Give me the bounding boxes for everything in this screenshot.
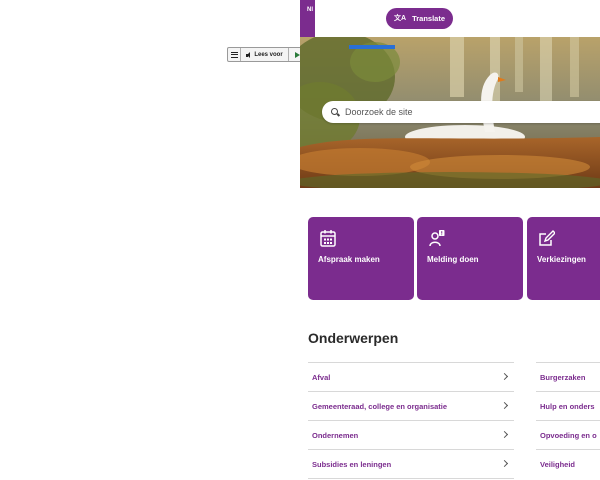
topic-label: Hulp en onders	[540, 401, 595, 411]
translate-button[interactable]: 文A Translate	[386, 8, 453, 29]
tile-afspraak-maken[interactable]: Afspraak maken	[308, 217, 414, 300]
topic-label: Subsidies en leningen	[312, 459, 392, 469]
tile-label: Melding doen	[427, 255, 479, 264]
read-aloud-label: Lees voor	[254, 51, 283, 58]
translate-label: Translate	[412, 14, 445, 23]
search-icon	[331, 107, 340, 117]
topic-link[interactable]: Veiligheid	[536, 449, 600, 478]
search-input[interactable]	[345, 107, 545, 117]
topic-label: Opvoeding en o	[540, 430, 597, 440]
tile-label: Verkiezingen	[537, 255, 586, 264]
translate-icon: 文A	[394, 15, 407, 22]
divider	[308, 478, 514, 479]
report-person-icon	[429, 230, 445, 247]
calendar-icon	[320, 230, 336, 247]
page: Lees voor Nl 文A Translate Doorzoek de si…	[0, 0, 600, 480]
tile-verkiezingen[interactable]: Verkiezingen	[527, 217, 600, 300]
reader-menu-button[interactable]	[228, 48, 241, 61]
top-bar: Nl 文A Translate	[300, 0, 600, 37]
topic-link[interactable]: Burgerzaken	[536, 362, 600, 391]
language-tab[interactable]: Nl	[300, 0, 315, 37]
topic-link[interactable]: Opvoeding en o	[536, 420, 600, 449]
read-aloud-button[interactable]: Lees voor	[241, 48, 289, 61]
topic-link[interactable]: Afval	[308, 362, 514, 391]
topic-label: Veiligheid	[540, 459, 576, 469]
topic-link[interactable]: Ondernemen	[308, 420, 514, 449]
chevron-right-icon	[500, 430, 509, 439]
chevron-right-icon	[500, 372, 509, 381]
topic-label: Gemeenteraad, college en organisatie	[312, 401, 448, 411]
ballot-pen-icon	[539, 230, 555, 246]
tile-label: Afspraak maken	[318, 255, 380, 264]
site-search[interactable]	[322, 101, 600, 123]
topic-label: Afval	[312, 372, 331, 382]
chevron-right-icon	[500, 459, 509, 468]
topics-heading: Onderwerpen	[308, 330, 399, 346]
topic-label: Burgerzaken	[540, 372, 586, 382]
focus-indicator-bar	[349, 45, 395, 49]
chevron-right-icon	[500, 401, 509, 410]
topic-label: Ondernemen	[312, 430, 359, 440]
menu-icon	[230, 51, 238, 58]
tile-melding-doen[interactable]: Melding doen	[417, 217, 523, 300]
speaker-icon	[246, 51, 252, 58]
topic-link[interactable]: Gemeenteraad, college en organisatie	[308, 391, 514, 420]
topic-link[interactable]: Hulp en onders	[536, 391, 600, 420]
read-aloud-toolbar: Lees voor	[227, 47, 307, 62]
topic-link[interactable]: Subsidies en leningen	[308, 449, 514, 478]
